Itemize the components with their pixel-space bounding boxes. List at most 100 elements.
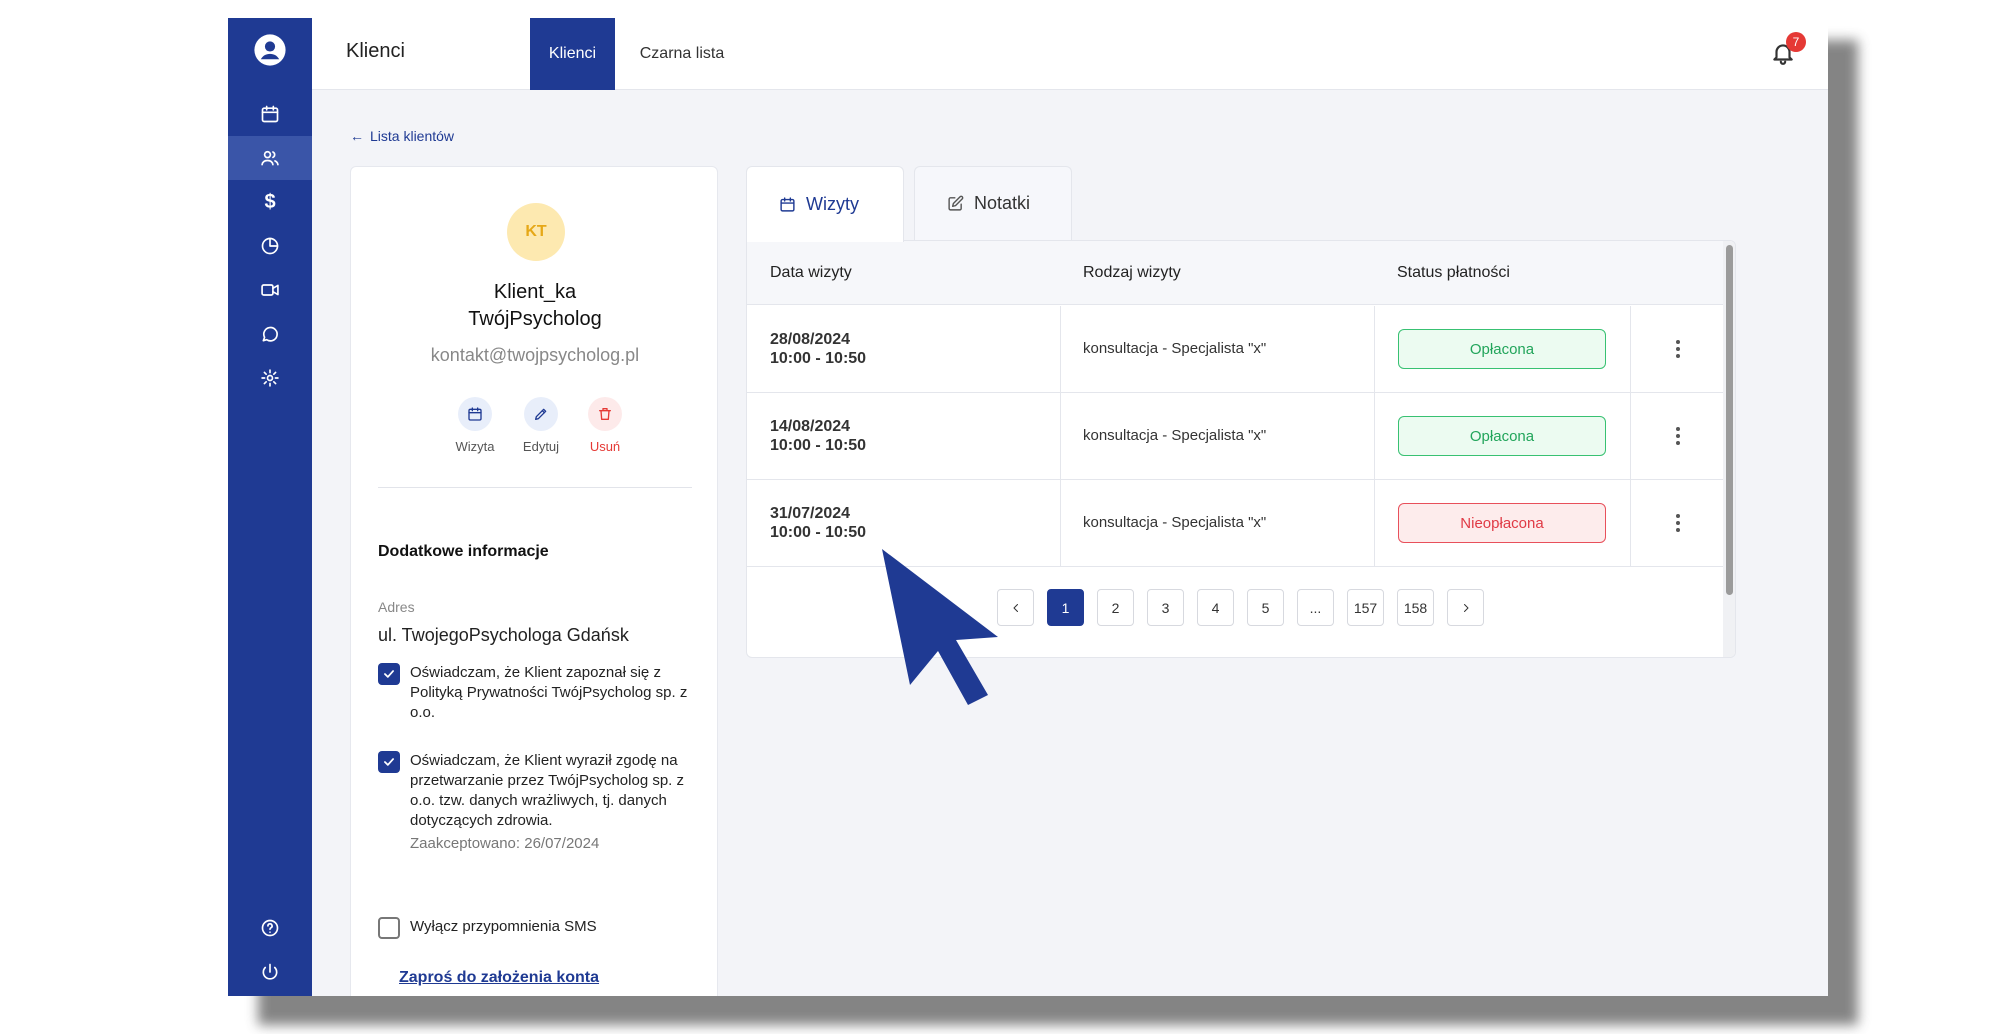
page-button[interactable]: 5 xyxy=(1247,589,1284,626)
tab-notatki[interactable]: Notatki xyxy=(914,166,1072,240)
page-title: Klienci xyxy=(346,40,405,62)
app-window: $ Klienci Klienci Czarna lista 7 ← Lista… xyxy=(228,18,1828,996)
sidebar-item-clients[interactable] xyxy=(228,136,312,180)
client-name-line2: TwójPsycholog xyxy=(468,308,602,330)
notifications-button[interactable]: 7 xyxy=(1770,32,1806,70)
sensitive-data-text: Oświadczam, że Klient wyraził zgodę na p… xyxy=(410,752,685,829)
edit-note-icon xyxy=(948,195,964,211)
privacy-policy-text: Oświadczam, że Klient zapoznał się z Pol… xyxy=(410,664,688,721)
payment-status-badge[interactable]: Opłacona xyxy=(1398,416,1606,456)
address-value: ul. TwojegoPsychologa Gdańsk xyxy=(378,625,629,645)
help-icon xyxy=(261,919,279,937)
tab-notatki-label: Notatki xyxy=(974,193,1031,213)
back-link-label: Lista klientów xyxy=(370,128,455,144)
visit-type: konsultacja - Specjalista "x" xyxy=(1083,340,1267,357)
visit-time: 10:00 - 10:50 xyxy=(770,524,867,541)
visit-type: konsultacja - Specjalista "x" xyxy=(1083,427,1267,444)
invite-to-create-account-link[interactable]: Zaproś do założenia konta xyxy=(399,969,599,987)
page-button[interactable]: 4 xyxy=(1197,589,1234,626)
visit-date: 31/07/2024 xyxy=(770,505,851,522)
next-page-button[interactable] xyxy=(1447,589,1484,626)
dollar-icon: $ xyxy=(264,190,276,213)
row-menu-icon[interactable] xyxy=(1676,340,1682,361)
disable-sms-checkbox[interactable] xyxy=(378,917,400,939)
privacy-policy-consent: Oświadczam, że Klient zapoznał się z Pol… xyxy=(378,663,698,723)
tab-wizyty[interactable]: Wizyty xyxy=(746,166,904,242)
disable-sms-text: Wyłącz przypomnienia SMS xyxy=(410,918,597,935)
power-icon xyxy=(262,963,278,980)
table-row: 28/08/2024 10:00 - 10:50 konsultacja - Sp… xyxy=(747,306,1725,393)
cursor-arrow-icon xyxy=(882,549,998,705)
trash-icon xyxy=(599,408,611,420)
scrollbar-thumb[interactable] xyxy=(1726,245,1733,595)
chevron-left-icon xyxy=(1013,603,1018,612)
page-button[interactable]: 157 xyxy=(1347,589,1384,626)
accepted-date: Zaakceptowano: 26/07/2024 xyxy=(410,835,600,852)
sensitive-data-checkbox[interactable] xyxy=(378,751,400,773)
page-button[interactable]: 158 xyxy=(1397,589,1434,626)
delete-client-button[interactable]: Usuń xyxy=(575,397,635,454)
sidebar-item-help[interactable] xyxy=(228,906,312,950)
sensitive-data-consent: Oświadczam, że Klient wyraził zgodę na p… xyxy=(378,751,698,852)
table-scrollbar[interactable] xyxy=(1723,241,1735,657)
page-button[interactable]: 2 xyxy=(1097,589,1134,626)
calendar-icon xyxy=(468,407,482,421)
sms-reminders-option: Wyłącz przypomnienia SMS xyxy=(378,917,698,939)
prev-page-button[interactable] xyxy=(997,589,1034,626)
edit-client-label: Edytuj xyxy=(522,439,560,454)
arrow-left-icon: ← xyxy=(350,128,364,144)
top-bar: Klienci Klienci Czarna lista 7 xyxy=(312,18,1828,90)
sidebar-item-chat[interactable] xyxy=(228,312,312,356)
visit-time: 10:00 - 10:50 xyxy=(770,350,867,367)
payment-status-badge[interactable]: Opłacona xyxy=(1398,329,1606,369)
page-ellipsis: ... xyxy=(1297,589,1334,626)
calendar-icon xyxy=(780,197,795,212)
table-row: 14/08/2024 10:00 - 10:50 konsultacja - Sp… xyxy=(747,393,1725,480)
tab-wizyty-label: Wizyty xyxy=(806,194,859,214)
new-visit-button[interactable]: Wizyta xyxy=(445,397,505,454)
tab-klienci[interactable]: Klienci xyxy=(530,18,615,90)
table-header: Data wizyty Rodzaj wizyty Status płatnoś… xyxy=(747,241,1725,305)
divider xyxy=(378,487,692,488)
pie-chart-icon xyxy=(261,237,279,255)
sidebar-item-logout[interactable] xyxy=(228,950,312,994)
sidebar-item-settings[interactable] xyxy=(228,356,312,400)
sidebar-item-video[interactable] xyxy=(228,268,312,312)
notification-badge: 7 xyxy=(1786,32,1806,52)
edit-client-button[interactable]: Edytuj xyxy=(511,397,571,454)
row-menu-icon[interactable] xyxy=(1676,514,1682,535)
client-name-line1: Klient_ka xyxy=(493,281,577,303)
check-icon xyxy=(384,670,394,678)
sidebar-item-payments[interactable]: $ xyxy=(228,180,312,224)
visit-type: konsultacja - Specjalista "x" xyxy=(1083,514,1267,531)
page-button[interactable]: 3 xyxy=(1147,589,1184,626)
user-circle-icon[interactable] xyxy=(228,22,312,78)
client-card: KT Klient_ka TwójPsycholog kontakt@twojp… xyxy=(350,166,718,996)
sidebar: $ xyxy=(228,18,312,996)
pagination: 1 2 3 4 5 ... 157 158 xyxy=(997,589,1484,626)
visit-date: 14/08/2024 xyxy=(770,418,851,435)
sidebar-item-stats[interactable] xyxy=(228,224,312,268)
payment-status-badge[interactable]: Nieopłacona xyxy=(1398,503,1606,543)
calendar-icon xyxy=(261,105,279,123)
page-button[interactable]: 1 xyxy=(1047,589,1084,626)
back-to-client-list-link[interactable]: ← Lista klientów xyxy=(350,128,454,144)
additional-info-heading: Dodatkowe informacje xyxy=(378,543,549,560)
client-name: Klient_ka TwójPsycholog xyxy=(351,279,719,333)
users-icon xyxy=(261,150,279,166)
column-header-type: Rodzaj wizyty xyxy=(1083,264,1181,281)
sidebar-item-calendar[interactable] xyxy=(228,92,312,136)
client-email: kontakt@twojpsycholog.pl xyxy=(430,345,640,365)
visit-date: 28/08/2024 xyxy=(770,331,851,348)
address-label: Adres xyxy=(378,599,415,615)
row-menu-icon[interactable] xyxy=(1676,427,1682,448)
column-header-date: Data wizyty xyxy=(770,264,852,281)
new-visit-label: Wizyta xyxy=(455,439,495,454)
tab-czarna-lista[interactable]: Czarna lista xyxy=(627,18,737,90)
column-header-status: Status płatności xyxy=(1397,264,1510,281)
pencil-icon xyxy=(535,408,547,420)
privacy-policy-checkbox[interactable] xyxy=(378,663,400,685)
video-icon xyxy=(261,284,279,296)
chat-icon xyxy=(262,326,278,342)
check-icon xyxy=(384,758,394,766)
